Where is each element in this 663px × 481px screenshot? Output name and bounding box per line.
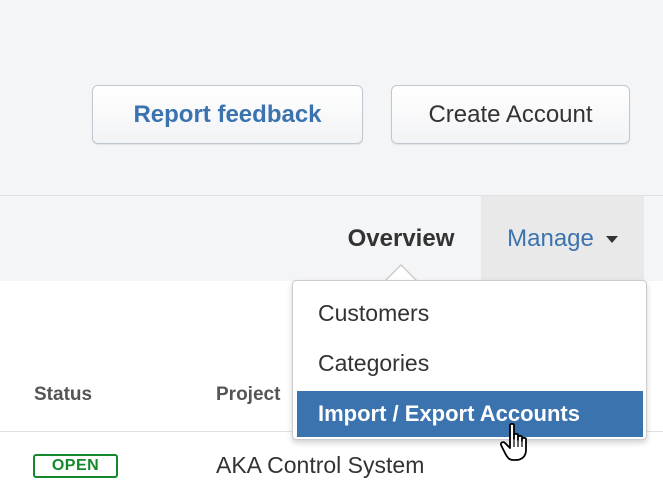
column-header-project[interactable]: Project <box>216 384 280 406</box>
menu-item-label: Import / Export Accounts <box>318 401 580 426</box>
menu-item-label: Categories <box>318 349 430 376</box>
tab-overview-label: Overview <box>347 224 455 252</box>
report-feedback-button[interactable]: Report feedback <box>92 85 363 144</box>
status-badge: OPEN <box>33 454 118 478</box>
manage-dropdown-menu: Customers Categories Import / Export Acc… <box>292 280 647 440</box>
create-account-button[interactable]: Create Account <box>391 85 630 144</box>
menu-item-customers[interactable]: Customers <box>293 291 646 335</box>
menu-item-categories[interactable]: Categories <box>293 341 646 385</box>
dropdown-pointer <box>386 266 416 281</box>
menu-item-label: Customers <box>318 299 430 326</box>
project-link[interactable]: AKA Control System <box>216 452 424 479</box>
caret-down-icon <box>605 236 618 243</box>
tab-bar: Overview Manage <box>0 195 663 281</box>
column-header-status[interactable]: Status <box>34 384 92 406</box>
tab-manage[interactable]: Manage <box>481 196 644 281</box>
menu-item-import-export-accounts[interactable]: Import / Export Accounts <box>297 391 643 437</box>
tab-manage-label: Manage <box>507 224 594 252</box>
hand-pointer-cursor-icon <box>500 423 527 461</box>
